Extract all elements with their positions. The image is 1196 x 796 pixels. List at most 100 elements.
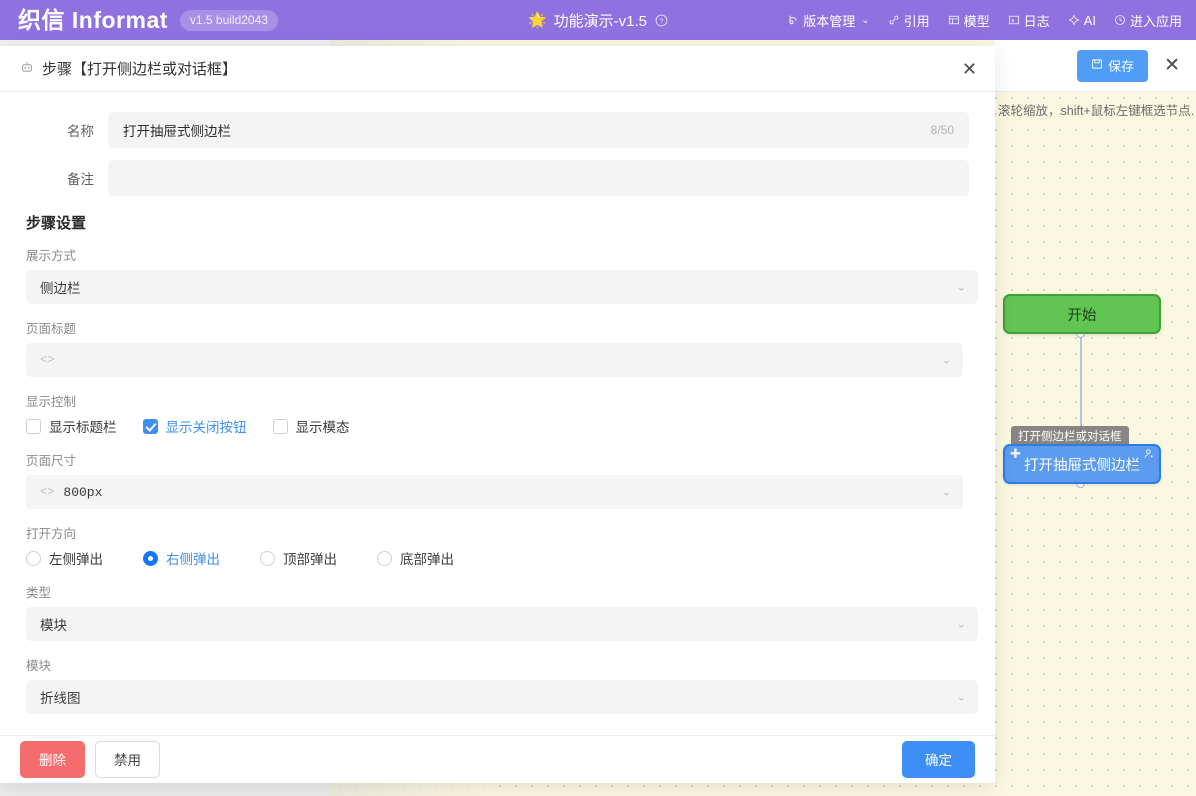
page-title: 功能演示-v1.5 [554, 10, 647, 31]
delete-button[interactable]: 删除 [20, 741, 85, 778]
flow-node-step-label: 打开抽屉式侧边栏 [1024, 454, 1140, 475]
name-input-value: 打开抽屉式侧边栏 [123, 120, 231, 140]
page-title-field: 页面标题 <> ⌄ [26, 318, 969, 377]
display-mode-select[interactable]: 侧边栏 ⌄ [26, 270, 978, 304]
flow-node-start[interactable]: 开始 [1003, 294, 1161, 334]
bottom-strip [0, 783, 330, 796]
radio-bottom-popup[interactable]: 底部弹出 [377, 548, 454, 568]
svg-text:?: ? [660, 18, 664, 25]
menu-item-model-label: 模型 [964, 11, 990, 30]
radio-dot [377, 551, 392, 566]
radio-dot [260, 551, 275, 566]
type-label: 类型 [26, 582, 969, 601]
top-bar: 织信 Informat v1.5 build2043 🌟 功能演示-v1.5 ?… [0, 0, 1196, 40]
page-size-label: 页面尺寸 [26, 450, 969, 469]
name-input[interactable]: 打开抽屉式侧边栏 8/50 [108, 112, 969, 148]
name-row: 名称 打开抽屉式侧边栏 8/50 [26, 112, 969, 148]
chevron-down-icon: ⌄ [861, 15, 869, 26]
name-input-counter: 8/50 [931, 123, 954, 137]
page-size-select[interactable]: <> 800px ⌄ [26, 475, 963, 509]
branch-icon [787, 14, 799, 26]
canvas-toolbar: 保存 ✕ [995, 40, 1196, 92]
checkbox-show-title-bar[interactable]: 显示标题栏 [26, 416, 117, 436]
app-root: 织信 Informat v1.5 build2043 🌟 功能演示-v1.5 ?… [0, 0, 1196, 796]
table-icon [948, 14, 960, 26]
code-icon: <> [40, 485, 54, 499]
version-badge: v1.5 build2043 [180, 10, 278, 31]
checkbox-show-modal-label: 显示模态 [296, 416, 350, 436]
section-title-step-settings: 步骤设置 [26, 212, 969, 233]
chevron-down-icon: ⌄ [942, 486, 951, 499]
page-size-field: 页面尺寸 <> 800px ⌄ [26, 450, 969, 509]
radio-top-popup[interactable]: 顶部弹出 [260, 548, 337, 568]
type-field: 类型 模块 ⌄ [26, 582, 969, 641]
link-icon [888, 14, 900, 26]
module-value: 折线图 [40, 687, 81, 707]
module-select[interactable]: 折线图 ⌄ [26, 680, 978, 714]
canvas-hint-text: 滚轮缩放，shift+鼠标左键框选节点. [998, 100, 1194, 119]
user-icon[interactable] [1143, 448, 1155, 462]
ai-icon [1068, 14, 1080, 26]
checkbox-box [26, 419, 41, 434]
flow-node-step[interactable]: ✚ 打开抽屉式侧边栏 [1003, 444, 1161, 484]
checkbox-box [143, 419, 158, 434]
radio-right-popup-label: 右侧弹出 [166, 548, 220, 568]
menu-item-model[interactable]: 模型 [948, 11, 990, 30]
canvas-close-icon[interactable]: ✕ [1162, 56, 1182, 75]
dialog-body: 名称 打开抽屉式侧边栏 8/50 备注 步骤设置 展示方式 侧边栏 ⌄ [0, 92, 995, 735]
save-button[interactable]: 保存 [1077, 50, 1148, 82]
remark-input[interactable] [108, 160, 969, 196]
menu-item-version-label: 版本管理 [803, 11, 855, 30]
star-icon: 🌟 [528, 13, 547, 28]
page-size-value: 800px [63, 485, 102, 500]
menu-item-enter-app[interactable]: 进入应用 [1114, 11, 1182, 30]
checkbox-show-close-button[interactable]: 显示关闭按钮 [143, 416, 247, 436]
save-button-label: 保存 [1108, 56, 1134, 75]
type-select[interactable]: 模块 ⌄ [26, 607, 978, 641]
robot-icon [20, 60, 34, 77]
type-value: 模块 [40, 614, 67, 634]
module-field: 模块 折线图 ⌄ [26, 655, 969, 714]
save-icon [1091, 58, 1103, 72]
brand-area: 织信 Informat v1.5 build2043 [0, 9, 278, 32]
radio-dot [26, 551, 41, 566]
chevron-down-icon: ⌄ [957, 281, 966, 294]
help-circle-icon[interactable]: ? [655, 14, 668, 27]
display-control-options: 显示标题栏 显示关闭按钮 显示模态 [26, 416, 969, 436]
checkbox-box [273, 419, 288, 434]
plus-icon[interactable]: ✚ [1010, 447, 1021, 460]
menu-item-ai-label: AI [1084, 13, 1096, 28]
chevron-down-icon: ⌄ [957, 618, 966, 631]
menu-item-ai[interactable]: AI [1068, 13, 1096, 28]
radio-right-popup[interactable]: 右侧弹出 [143, 548, 220, 568]
display-mode-value: 侧边栏 [40, 277, 81, 297]
top-bar-menu: 版本管理 ⌄ 引用 模型 日志 [787, 11, 1196, 30]
step-settings-dialog: 步骤【打开侧边栏或对话框】 ✕ 名称 打开抽屉式侧边栏 8/50 备注 步骤设置 [0, 46, 995, 783]
dialog-footer: 删除 禁用 确定 [0, 735, 995, 783]
open-direction-options: 左侧弹出 右侧弹出 顶部弹出 底部弹出 [26, 548, 969, 568]
dialog-title: 步骤【打开侧边栏或对话框】 [42, 58, 237, 79]
page-title-select[interactable]: <> ⌄ [26, 343, 963, 377]
dialog-close-icon[interactable]: ✕ [962, 60, 977, 78]
display-mode-label: 展示方式 [26, 245, 969, 264]
checkbox-show-close-button-label: 显示关闭按钮 [166, 416, 247, 436]
code-icon: <> [40, 353, 54, 367]
menu-item-reference-label: 引用 [904, 11, 930, 30]
remark-label: 备注 [26, 168, 108, 188]
confirm-button[interactable]: 确定 [902, 741, 975, 778]
menu-item-log-label: 日志 [1024, 11, 1050, 30]
menu-item-reference[interactable]: 引用 [888, 11, 930, 30]
checkbox-show-modal[interactable]: 显示模态 [273, 416, 350, 436]
brand-logo: 织信 Informat [18, 9, 168, 32]
menu-item-log[interactable]: 日志 [1008, 11, 1050, 30]
module-label: 模块 [26, 655, 969, 674]
log-icon [1008, 14, 1020, 26]
checkbox-show-title-bar-label: 显示标题栏 [49, 416, 117, 436]
menu-item-version[interactable]: 版本管理 ⌄ [787, 11, 869, 30]
display-control-field: 显示控制 显示标题栏 显示关闭按钮 显示模态 [26, 391, 969, 436]
radio-left-popup[interactable]: 左侧弹出 [26, 548, 103, 568]
display-mode-field: 展示方式 侧边栏 ⌄ [26, 245, 969, 304]
disable-button[interactable]: 禁用 [95, 741, 160, 778]
chevron-down-icon: ⌄ [957, 691, 966, 704]
radio-bottom-popup-label: 底部弹出 [400, 548, 454, 568]
